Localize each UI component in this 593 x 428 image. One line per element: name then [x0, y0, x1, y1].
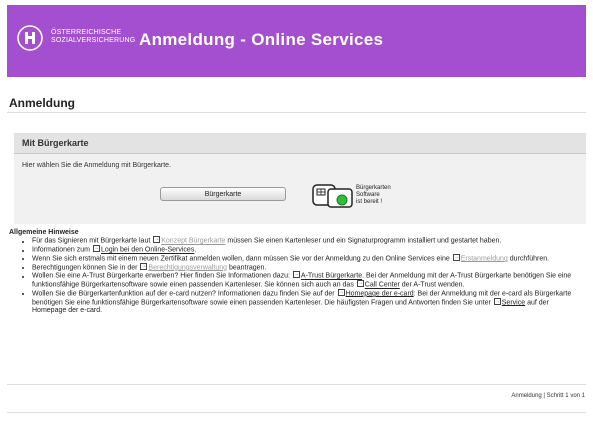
login-online-services-link[interactable]: Login bei den Online-Services	[101, 247, 194, 254]
smartcard-reader-icon	[312, 184, 353, 208]
call-center-link[interactable]: Call Center	[365, 282, 400, 289]
service-link[interactable]: Service	[502, 299, 525, 306]
note-item: Wenn Sie sich erstmals mit einem neuen Z…	[32, 253, 581, 264]
software-status: Bürgerkarten Software ist bereit !	[356, 185, 391, 206]
footer-divider-bottom	[7, 412, 586, 413]
sv-logo-icon	[17, 25, 43, 51]
note-text: Berechtigungen können Sie in der	[32, 264, 138, 271]
note-text: Informationen zum	[32, 246, 90, 254]
app-title: Anmeldung - Online Services	[139, 30, 384, 49]
berechtigungsverwaltung-link[interactable]: Berechtigungsverwaltung	[148, 264, 227, 271]
organization-name: ÖSTERREICHISCHE SOZIALVERSICHERUNG	[51, 29, 135, 45]
arrow-icon: →	[452, 253, 460, 261]
konzept-buergerkarte-link[interactable]: Konzept Bürgerkarte	[161, 238, 225, 245]
arrow-icon: →	[92, 245, 100, 253]
note-text: Wollen Sie eine A-Trust Bürgerkarte erwe…	[32, 272, 290, 280]
title-divider	[7, 112, 586, 113]
note-text: Wenn Sie sich erstmals mit einem neuen Z…	[32, 255, 450, 263]
note-item: Wollen Sie die Bürgerkartenfunktion auf …	[32, 288, 581, 316]
a-trust-buergerkarte-link[interactable]: A-Trust Bürgerkarte	[301, 273, 362, 280]
panel-heading: Mit Bürgerkarte	[22, 138, 89, 148]
status-line-1: Bürgerkarten	[356, 185, 391, 191]
status-line-2: Software	[356, 192, 380, 198]
arrow-icon: →	[337, 288, 345, 296]
note-item: Wollen Sie eine A-Trust Bürgerkarte erwe…	[32, 271, 581, 290]
homepage-ecard-link[interactable]: Homepage der e-card	[346, 290, 414, 297]
note-item: Berechtigungen können Sie in der →Berech…	[32, 262, 581, 273]
note-text: der A-Trust wenden.	[401, 281, 465, 289]
notes-heading: Allgemeine Hinweise	[9, 229, 79, 236]
step-indicator: Anmeldung | Schritt 1 von 1	[511, 393, 585, 399]
arrow-icon: →	[493, 297, 501, 305]
panel-header: Mit Bürgerkarte	[14, 133, 586, 154]
org-line-1: ÖSTERREICHISCHE	[51, 29, 122, 36]
status-line-3: ist bereit !	[356, 199, 383, 205]
erstanmeldung-link[interactable]: Erstanmeldung	[461, 255, 508, 262]
general-notes: Allgemeine Hinweise Für das Signieren mi…	[9, 229, 581, 316]
arrow-icon: →	[153, 236, 161, 244]
footer-divider-top	[7, 384, 586, 385]
note-text: müssen Sie einen Kartenleser und ein Sig…	[227, 237, 502, 245]
note-text: Wollen Sie die Bürgerkartenfunktion auf …	[32, 290, 335, 298]
arrow-icon: →	[292, 271, 300, 279]
note-text: Für das Signieren mit Bürgerkarte laut	[32, 237, 151, 245]
note-item: Informationen zum →Login bei den Online-…	[32, 245, 581, 255]
note-item: Für das Signieren mit Bürgerkarte laut →…	[32, 236, 581, 246]
note-text: beantragen.	[228, 264, 267, 271]
notes-list: Für das Signieren mit Bürgerkarte laut →…	[9, 236, 581, 316]
panel-instruction: Hier wählen Sie die Anmeldung mit Bürger…	[22, 162, 172, 169]
arrow-icon: →	[140, 262, 148, 270]
page-title: Anmeldung	[9, 96, 75, 110]
note-text: durchführen.	[509, 255, 550, 263]
org-line-2: SOZIALVERSICHERUNG	[51, 37, 136, 44]
buergerkarte-panel: Hier wählen Sie die Anmeldung mit Bürger…	[14, 154, 586, 224]
app-header: ÖSTERREICHISCHE SOZIALVERSICHERUNG Anmel…	[7, 5, 586, 77]
note-text: .	[194, 246, 197, 254]
arrow-icon: →	[356, 280, 364, 288]
buergerkarte-button[interactable]: Bürgerkarte	[160, 187, 286, 201]
